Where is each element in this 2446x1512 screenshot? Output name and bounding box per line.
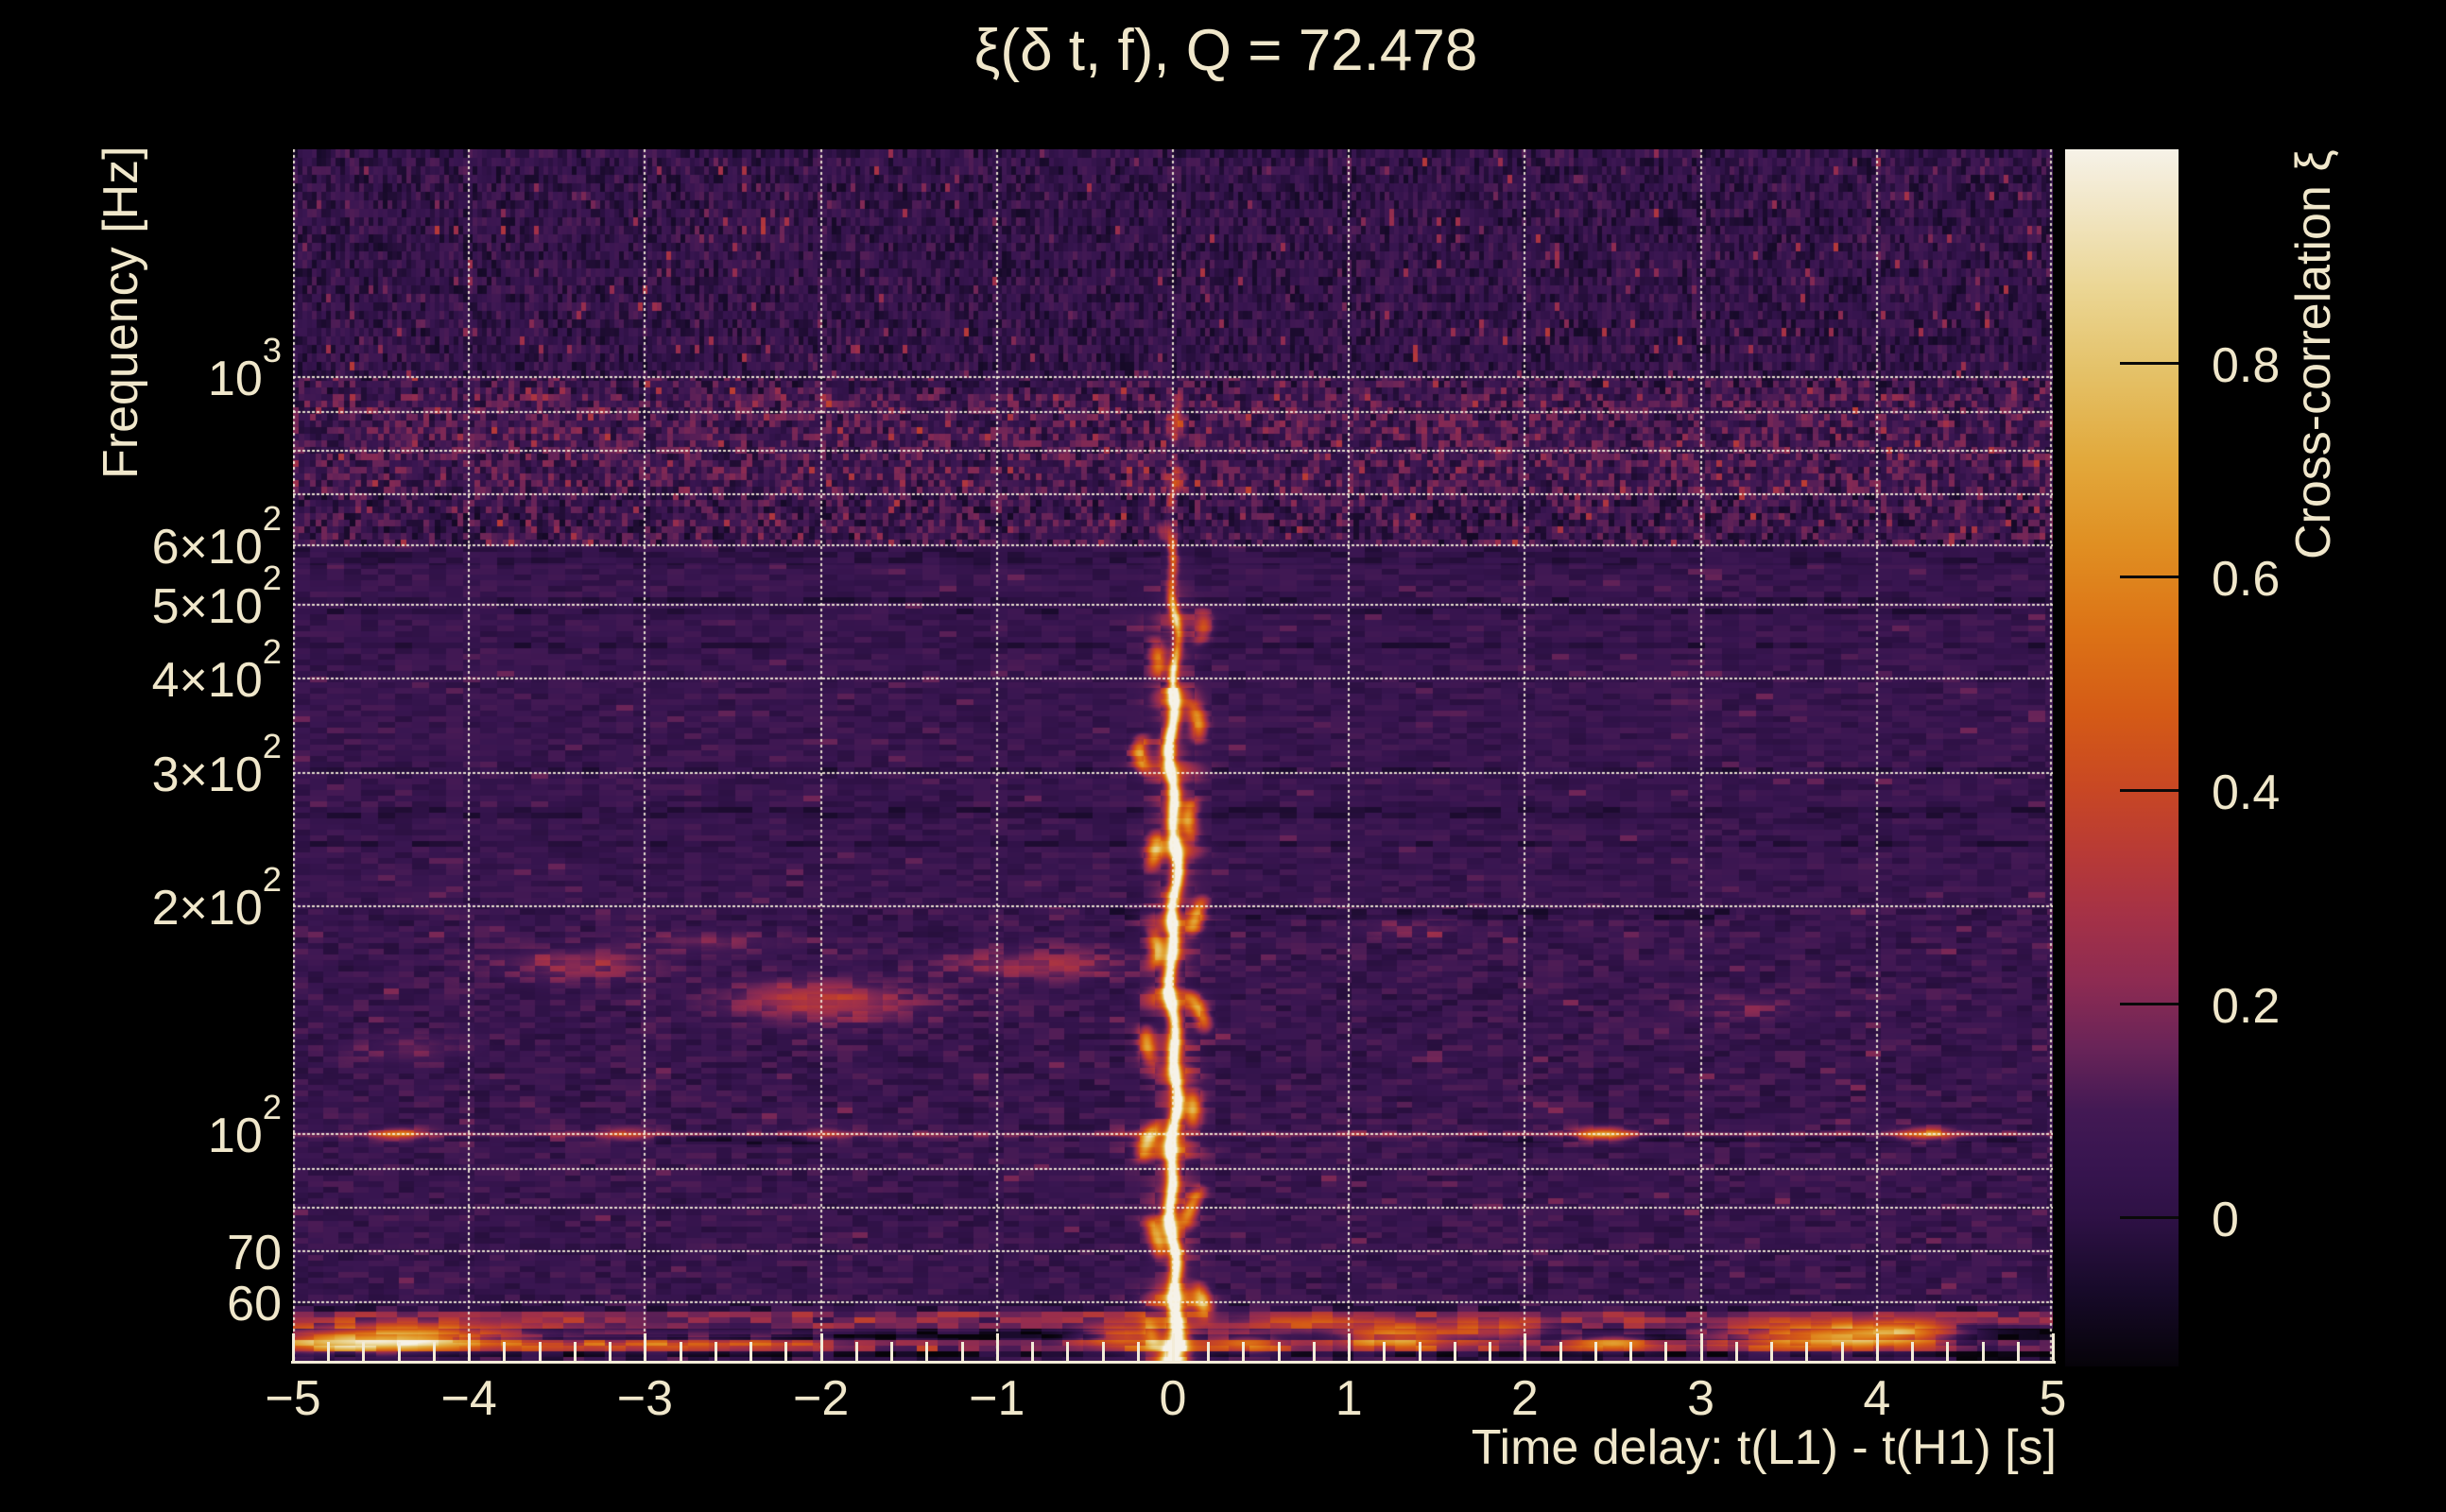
x-major-tick [1699,1333,1703,1362]
x-minor-tick [609,1342,612,1362]
y-tick-label: 60 [227,1276,282,1332]
x-minor-tick [1066,1342,1070,1362]
y-tick-label: 5×102 [151,558,282,635]
x-minor-tick [1911,1342,1915,1362]
x-tick-label: −2 [792,1371,850,1426]
x-minor-tick [397,1342,401,1362]
x-minor-tick [503,1342,507,1362]
x-minor-tick [1207,1342,1211,1362]
x-minor-tick [1734,1342,1738,1362]
x-tick-label: −1 [969,1371,1025,1426]
colorbar-tick-label: 0 [2212,1192,2239,1247]
y-tick-label: 2×102 [151,860,282,936]
x-minor-tick [1805,1342,1809,1362]
x-minor-tick [1559,1342,1562,1362]
colorbar-gradient [2065,149,2179,1366]
x-major-tick [819,1333,823,1362]
colorbar-title: Cross-correlation ξ [2286,149,2341,559]
x-major-tick [1875,1333,1879,1362]
x-minor-tick [1489,1342,1492,1362]
x-minor-tick [1981,1342,1985,1362]
x-minor-tick [1101,1342,1105,1362]
x-tick-label: 2 [1510,1371,1539,1426]
x-major-tick [2052,1333,2055,1362]
spectrogram-canvas [293,149,2053,1362]
x-major-tick [644,1333,647,1362]
x-major-tick [995,1333,999,1362]
y-axis-title: Frequency [Hz] [94,146,148,479]
x-minor-tick [1242,1342,1246,1362]
x-minor-tick [1453,1342,1456,1362]
y-tick-label: 103 [207,331,282,407]
x-minor-tick [784,1342,788,1362]
y-tick-label: 4×102 [151,632,282,708]
x-minor-tick [432,1342,436,1362]
x-minor-tick [890,1342,894,1362]
x-tick-label: 3 [1687,1371,1715,1426]
x-tick-label: 0 [1159,1371,1187,1426]
x-minor-tick [679,1342,682,1362]
colorbar-tick-label: 0.6 [2212,551,2281,607]
colorbar-tick [2120,575,2179,578]
x-minor-tick [327,1342,331,1362]
x-minor-tick [573,1342,577,1362]
x-major-tick [1524,1333,1527,1362]
colorbar-tick [2120,788,2179,792]
colorbar-tick [2120,1215,2179,1219]
x-minor-tick [2016,1342,2020,1362]
x-minor-tick [362,1342,366,1362]
x-minor-tick [1277,1342,1281,1362]
x-minor-tick [538,1342,542,1362]
screenshot-root: ξ(δ t, f), Q = 72.478 Frequency [Hz] −5 −… [0,0,2446,1512]
x-minor-tick [1136,1342,1140,1362]
y-tick-label: 6×102 [151,499,282,575]
x-minor-tick [1664,1342,1668,1362]
colorbar-tick [2120,361,2179,365]
x-minor-tick [960,1342,964,1362]
x-minor-tick [1383,1342,1387,1362]
x-tick-label: 1 [1335,1371,1363,1426]
y-tick-label: 102 [207,1088,282,1163]
x-minor-tick [854,1342,858,1362]
x-tick-label: −5 [265,1371,321,1426]
y-tick-label: 3×102 [151,727,282,802]
x-major-tick [1172,1333,1175,1362]
x-minor-tick [925,1342,929,1362]
colorbar-tick-label: 0.4 [2212,765,2281,820]
x-tick-label: 5 [2039,1371,2067,1426]
x-tick-label: −4 [440,1371,497,1426]
x-minor-tick [1031,1342,1035,1362]
x-tick-label: 4 [1863,1371,1891,1426]
x-major-tick [1348,1333,1352,1362]
colorbar-tick [2120,1002,2179,1005]
page-title: ξ(δ t, f), Q = 72.478 [973,18,1478,83]
x-axis-title: Time delay: t(L1) - t(H1) [s] [1471,1420,2057,1475]
x-major-tick [468,1333,472,1362]
colorbar-tick-label: 0.2 [2212,978,2281,1034]
x-major-tick [292,1333,295,1362]
x-minor-tick [1418,1342,1421,1362]
x-minor-tick [1840,1342,1844,1362]
x-minor-tick [1629,1342,1633,1362]
x-minor-tick [1946,1342,1950,1362]
y-tick-label: 70 [227,1225,282,1280]
x-tick-label: −3 [616,1371,674,1426]
x-minor-tick [749,1342,753,1362]
x-minor-tick [1770,1342,1774,1362]
x-minor-tick [714,1342,717,1362]
x-minor-tick [1593,1342,1597,1362]
colorbar-tick-label: 0.8 [2212,337,2281,393]
x-minor-tick [1312,1342,1316,1362]
